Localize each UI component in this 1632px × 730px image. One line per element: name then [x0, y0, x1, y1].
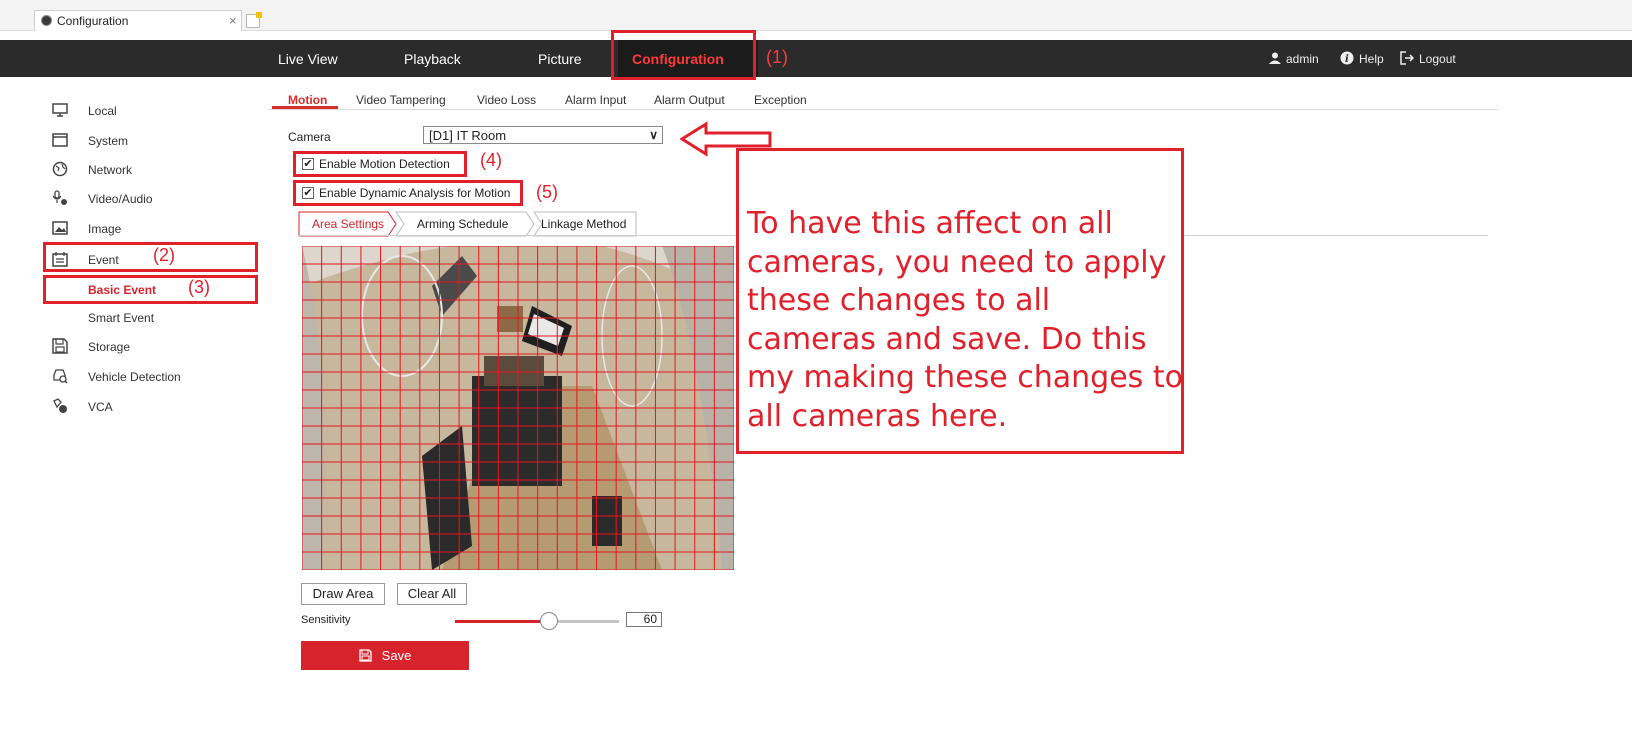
sensitivity-slider-track[interactable]	[551, 620, 619, 623]
tabs-divider	[268, 109, 1498, 110]
chevron-down-icon: ∨	[649, 128, 658, 142]
sensitivity-label: Sensitivity	[301, 614, 351, 626]
floppy-save-icon	[359, 649, 372, 662]
floppy-icon	[52, 338, 68, 354]
microphone-camera-icon	[52, 190, 67, 205]
sidebar-item-vca[interactable]: VCA	[88, 400, 113, 414]
tab-exception[interactable]: Exception	[754, 93, 807, 107]
nav-live-view[interactable]: Live View	[278, 51, 338, 67]
motion-detection-grid[interactable]	[302, 246, 734, 570]
nav-logout[interactable]: Logout	[1419, 52, 1456, 66]
tab-close-button[interactable]: ×	[229, 13, 237, 28]
nav-picture[interactable]: Picture	[538, 51, 582, 67]
sidebar-item-network[interactable]: Network	[88, 163, 132, 177]
browser-tab[interactable]: Configuration ×	[34, 10, 242, 31]
car-search-icon	[53, 369, 68, 384]
tab-alarm-input[interactable]: Alarm Input	[565, 93, 626, 107]
sidebar-subitem-smart-event[interactable]: Smart Event	[88, 311, 154, 325]
camera-select[interactable]: [D1] IT Room ∨	[423, 126, 663, 144]
tab-area-settings[interactable]: Area Settings	[312, 217, 384, 231]
annotation-label-1: (1)	[766, 47, 788, 67]
nav-user[interactable]: admin	[1286, 52, 1319, 66]
sidebar-item-storage[interactable]: Storage	[88, 340, 130, 354]
annotation-label-3: (3)	[188, 277, 210, 297]
enable-dynamic-analysis-label: Enable Dynamic Analysis for Motion	[319, 186, 511, 200]
sidebar-item-image[interactable]: Image	[88, 222, 121, 236]
svg-text:i: i	[1345, 54, 1349, 65]
annotation-note-box: To have this affect on all cameras, you …	[736, 148, 1184, 454]
globe-icon	[52, 161, 68, 177]
logout-icon	[1400, 51, 1414, 65]
user-icon	[1269, 52, 1281, 64]
image-icon	[52, 221, 68, 235]
sidebar-item-system[interactable]: System	[88, 134, 128, 148]
clear-all-button[interactable]: Clear All	[397, 583, 467, 605]
tab-video-loss[interactable]: Video Loss	[477, 93, 536, 107]
help-icon: i	[1340, 51, 1354, 65]
annotation-label-4: (4)	[480, 150, 502, 170]
tab-video-tampering[interactable]: Video Tampering	[356, 93, 446, 107]
nav-playback[interactable]: Playback	[404, 51, 461, 67]
sidebar-item-local[interactable]: Local	[88, 104, 117, 118]
window-icon	[52, 133, 68, 147]
monitor-icon	[52, 103, 68, 117]
annotation-label-2: (2)	[153, 245, 175, 265]
sidebar-item-video-audio[interactable]: Video/Audio	[88, 192, 153, 206]
annotation-box-3	[43, 275, 258, 304]
new-tab-button[interactable]	[246, 12, 262, 28]
annotation-note-text: To have this affect on all cameras, you …	[747, 206, 1183, 434]
camera-label: Camera	[288, 130, 331, 144]
draw-area-button[interactable]: Draw Area	[301, 583, 385, 605]
annotation-box-2	[43, 242, 258, 272]
vca-icon	[53, 398, 67, 413]
tab-motion[interactable]: Motion	[288, 93, 327, 107]
tab-linkage-method[interactable]: Linkage Method	[541, 217, 626, 231]
enable-motion-checkbox[interactable]: ✔	[302, 158, 314, 170]
sensitivity-slider-fill[interactable]	[455, 620, 551, 623]
camera-select-value: [D1] IT Room	[429, 128, 507, 143]
nav-help[interactable]: Help	[1359, 52, 1384, 66]
tab-title: Configuration	[57, 14, 129, 28]
browser-tab-strip	[0, 0, 1632, 31]
sidebar-item-vehicle-detection[interactable]: Vehicle Detection	[88, 370, 181, 384]
annotation-box-1	[611, 30, 756, 80]
sensitivity-value-input[interactable]: 60	[626, 612, 662, 627]
tab-alarm-output[interactable]: Alarm Output	[654, 93, 725, 107]
tab-arming-schedule[interactable]: Arming Schedule	[417, 217, 508, 231]
sensitivity-slider-handle[interactable]	[540, 612, 558, 630]
annotation-label-5: (5)	[536, 182, 558, 202]
enable-motion-label: Enable Motion Detection	[319, 157, 450, 171]
enable-dynamic-analysis-checkbox[interactable]: ✔	[302, 187, 314, 199]
top-navigation: Live View Playback Picture admin i Help …	[0, 40, 1632, 77]
camera-video-preview[interactable]	[302, 246, 734, 570]
camera-favicon-icon	[41, 15, 52, 26]
save-button[interactable]: Save	[301, 641, 469, 670]
